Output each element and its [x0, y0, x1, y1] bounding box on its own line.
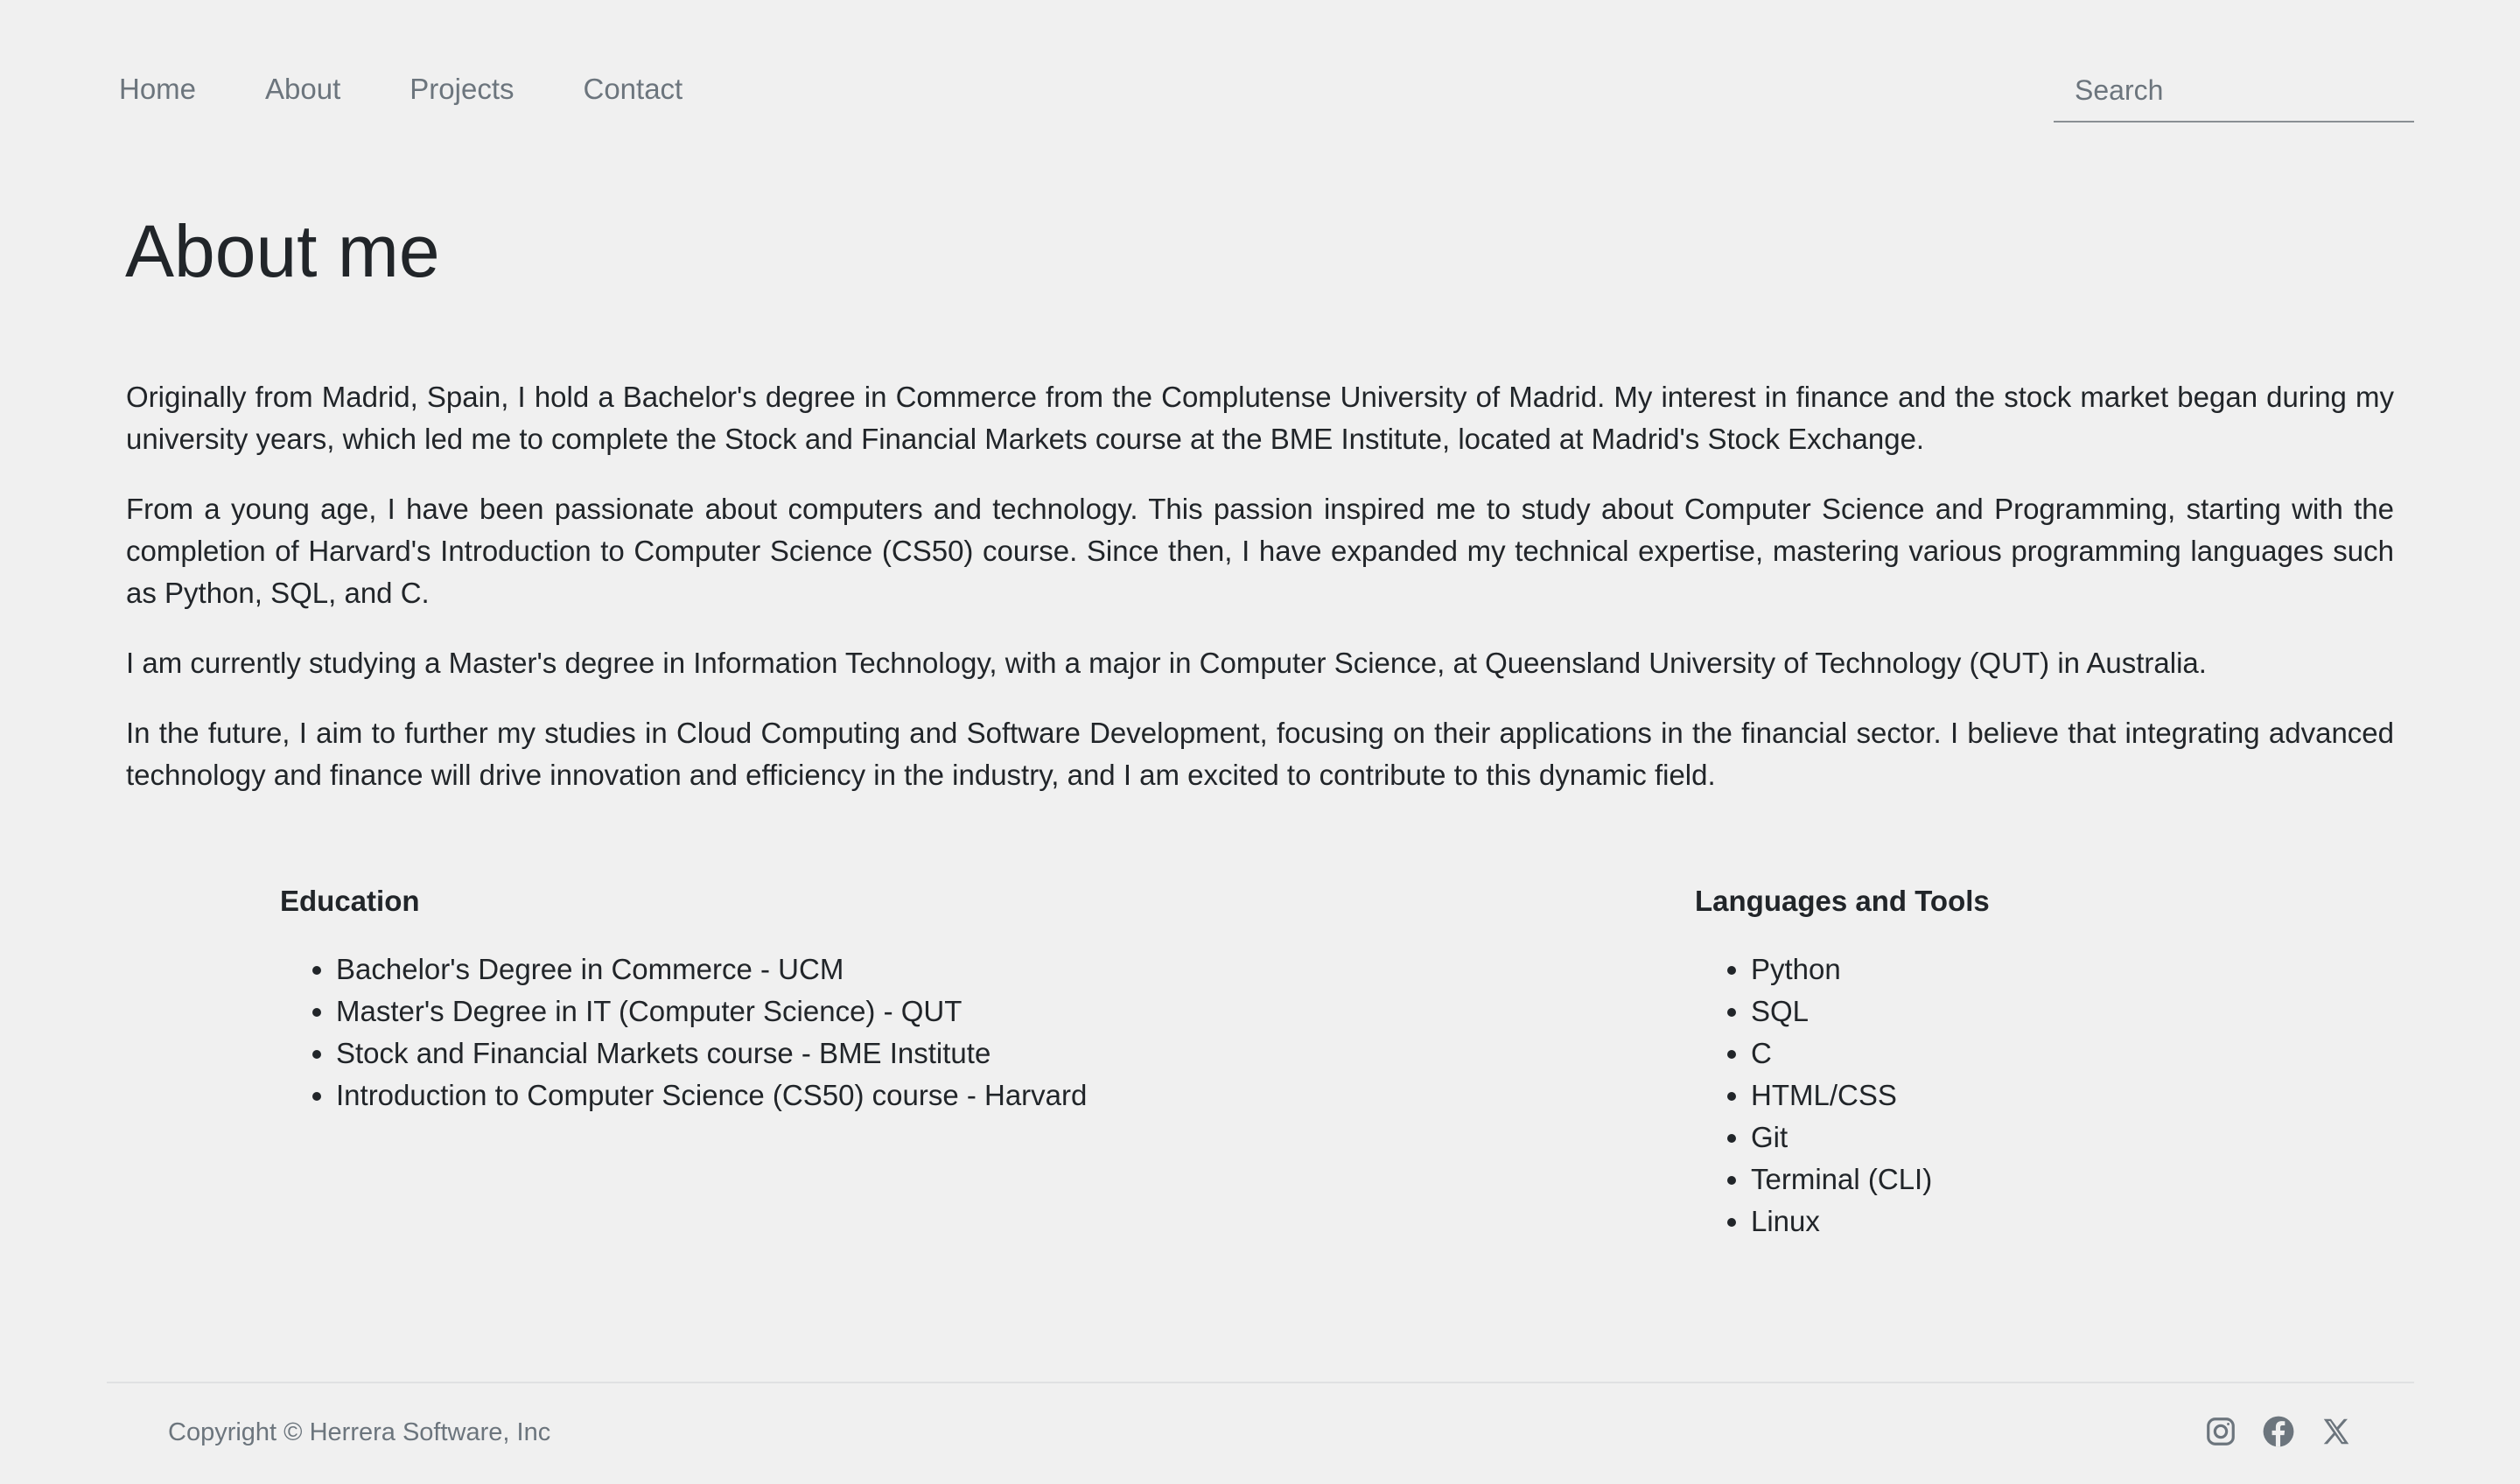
footer: Copyright © Herrera Software, Inc	[107, 1382, 2414, 1484]
nav-link-projects[interactable]: Projects	[410, 68, 514, 110]
tool-item: Terminal (CLI)	[1751, 1158, 2307, 1200]
search-input[interactable]	[2054, 63, 2414, 117]
tool-item: Linux	[1751, 1200, 2307, 1242]
education-heading: Education	[280, 885, 420, 917]
education-item: Bachelor's Degree in Commerce - UCM	[336, 948, 1242, 990]
education-item: Introduction to Computer Science (CS50) …	[336, 1074, 1242, 1116]
tool-item: C	[1751, 1032, 2307, 1074]
facebook-icon[interactable]	[2262, 1415, 2295, 1448]
nav-links: Home About Projects Contact	[119, 68, 752, 110]
about-text: Originally from Madrid, Spain, I hold a …	[126, 376, 2394, 824]
about-paragraph: From a young age, I have been passionate…	[126, 493, 2394, 609]
copyright-text: Copyright © Herrera Software, Inc	[168, 1418, 551, 1446]
tool-item: HTML/CSS	[1751, 1074, 2307, 1116]
tools-section: Languages and Tools Python SQL C HTML/CS…	[1695, 878, 2307, 1242]
tool-item: Git	[1751, 1116, 2307, 1158]
education-list: Bachelor's Degree in Commerce - UCM Mast…	[280, 948, 1242, 1116]
nav-link-about[interactable]: About	[265, 68, 340, 110]
social-links	[2180, 1415, 2353, 1448]
education-section: Education Bachelor's Degree in Commerce …	[280, 878, 1242, 1116]
nav-link-home[interactable]: Home	[119, 68, 196, 110]
instagram-icon[interactable]	[2204, 1415, 2237, 1448]
about-paragraph: In the future, I aim to further my studi…	[126, 717, 2394, 791]
tool-item: SQL	[1751, 990, 2307, 1032]
tools-list: Python SQL C HTML/CSS Git Terminal (CLI)…	[1695, 948, 2307, 1242]
education-item: Stock and Financial Markets course - BME…	[336, 1032, 1242, 1074]
education-item: Master's Degree in IT (Computer Science)…	[336, 990, 1242, 1032]
page-title: About me	[125, 210, 440, 292]
tool-item: Python	[1751, 948, 2307, 990]
nav-link-contact[interactable]: Contact	[584, 68, 683, 110]
search-box	[2054, 63, 2414, 122]
tools-heading: Languages and Tools	[1695, 885, 1990, 917]
x-twitter-icon[interactable]	[2320, 1415, 2353, 1448]
about-paragraph: Originally from Madrid, Spain, I hold a …	[126, 381, 2394, 455]
top-navbar: Home About Projects Contact	[0, 0, 2520, 140]
about-paragraph: I am currently studying a Master's degre…	[126, 647, 2207, 679]
